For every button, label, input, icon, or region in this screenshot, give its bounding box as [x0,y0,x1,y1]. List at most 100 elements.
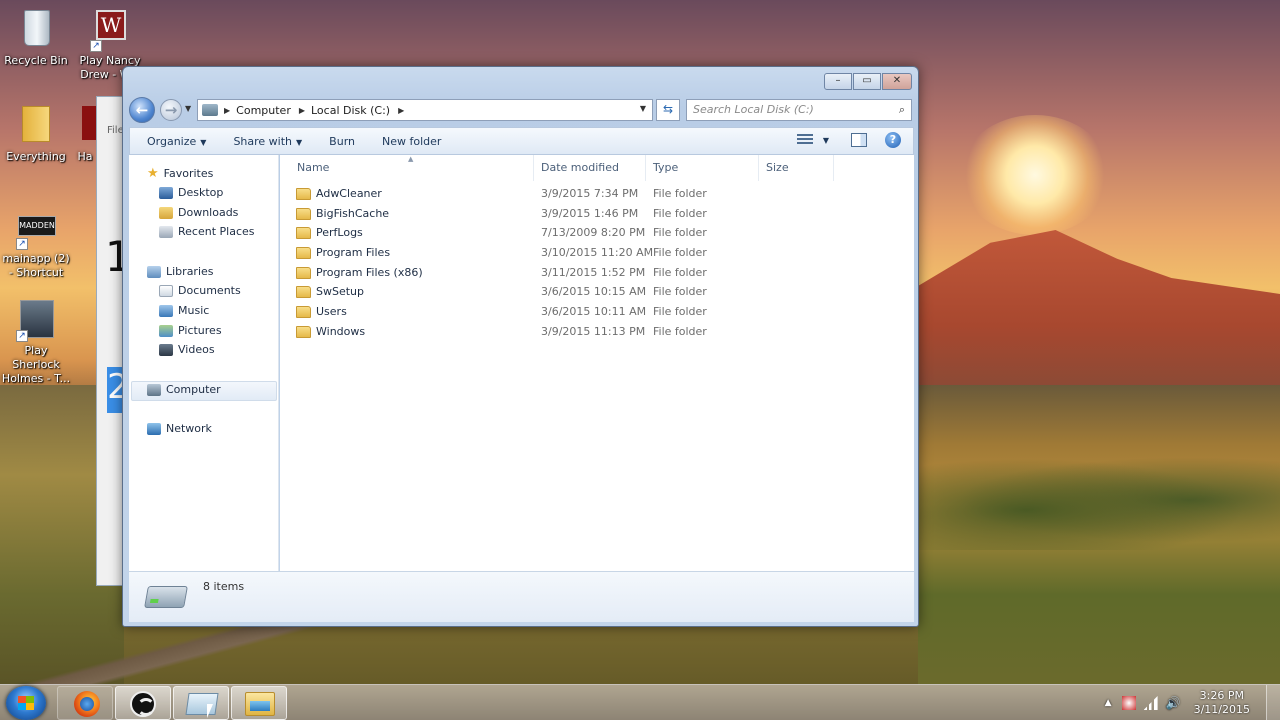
navigation-bar: ← → ▼ ▶ Computer ▶ Local Disk (C:) ▶ ▼ ⇆… [129,97,914,123]
nav-item-desktop[interactable]: Desktop [159,186,223,199]
view-options-chevron-icon[interactable]: ▼ [823,136,829,145]
nav-item-favorites[interactable]: ★ Favorites [147,166,213,181]
nav-label: Recent Places [178,225,255,238]
breadcrumb-arrow-icon[interactable]: ▶ [398,106,404,115]
table-row[interactable]: AdwCleaner 3/9/2015 7:34 PM File folder [296,186,916,205]
taskbar: ▲ 🔊 3:26 PM 3/11/2015 [0,684,1280,720]
file-date: 3/9/2015 1:46 PM [541,207,639,220]
taskbar-explorer[interactable] [231,686,287,720]
nav-item-downloads[interactable]: Downloads [159,206,238,219]
file-type: File folder [653,325,707,338]
organize-label: Organize [147,134,197,148]
nav-item-recent-places[interactable]: Recent Places [159,225,255,238]
breadcrumb-local-disk[interactable]: Local Disk (C:) [311,104,390,117]
maximize-button[interactable]: ▭ [853,73,881,90]
column-divider[interactable] [833,155,834,181]
help-icon[interactable]: ? [885,132,901,148]
show-desktop-button[interactable] [1266,685,1280,720]
close-button[interactable]: ✕ [882,73,912,90]
breadcrumb-computer[interactable]: Computer [236,104,291,117]
show-hidden-icons-icon[interactable]: ▲ [1105,698,1112,708]
column-header-name[interactable]: Name [297,161,329,174]
wallpaper-bushes [918,450,1280,550]
network-signal-icon[interactable] [1143,696,1158,710]
folder-icon [296,326,311,338]
folder-icon [296,188,311,200]
nav-label: Videos [178,343,215,356]
nav-label: Desktop [178,186,224,199]
organize-button[interactable]: Organize ▼ [147,135,206,148]
table-row[interactable]: Users 3/6/2015 10:11 AM File folder [296,304,916,323]
pictures-icon [159,324,173,337]
desktop-icon-recycle-bin[interactable]: Recycle Bin [0,8,72,68]
videos-icon [159,343,173,356]
star-icon: ★ [147,166,159,181]
desktop-icon-mainapp[interactable]: MADDEN ↗ mainapp (2) - Shortcut [0,206,72,280]
preview-pane-icon[interactable] [851,133,867,147]
network-icon [147,422,161,435]
nav-item-videos[interactable]: Videos [159,343,215,356]
column-header-size[interactable]: Size [766,161,789,174]
file-date: 3/11/2015 1:52 PM [541,266,646,279]
column-header-type[interactable]: Type [653,161,678,174]
search-input[interactable]: Search Local Disk (C:) ⌕ [686,99,912,121]
nav-label: Computer [166,383,221,396]
back-button[interactable]: ← [129,97,155,123]
folder-icon [296,286,311,298]
file-date: 3/6/2015 10:15 AM [541,285,647,298]
desktop-icon-label: Everything [6,150,66,163]
clock[interactable]: 3:26 PM 3/11/2015 [1194,689,1250,717]
explorer-window[interactable]: – ▭ ✕ ← → ▼ ▶ Computer ▶ Local Disk (C:)… [122,66,919,627]
taskbar-obs[interactable] [115,686,171,720]
column-divider[interactable] [533,155,534,181]
table-row[interactable]: SwSetup 3/6/2015 10:15 AM File folder [296,284,916,303]
table-row[interactable]: Program Files (x86) 3/11/2015 1:52 PM Fi… [296,265,916,284]
share-with-button[interactable]: Share with ▼ [233,135,302,148]
burn-button[interactable]: Burn [329,135,355,148]
change-view-icon[interactable] [796,134,813,146]
start-button[interactable] [6,686,46,720]
table-row[interactable]: PerfLogs 7/13/2009 8:20 PM File folder [296,225,916,244]
new-folder-button[interactable]: New folder [382,135,441,148]
volume-icon[interactable]: 🔊 [1166,696,1181,710]
breadcrumb-arrow-icon[interactable]: ▶ [224,106,230,115]
taskbar-firefox[interactable] [57,686,113,720]
minimize-button[interactable]: – [824,73,852,90]
nav-item-music[interactable]: Music [159,304,209,317]
table-row[interactable]: BigFishCache 3/9/2015 1:46 PM File folde… [296,206,916,225]
nav-item-computer[interactable]: Computer [147,383,221,396]
file-name: Windows [316,325,366,338]
recent-pages-dropdown[interactable]: ▼ [185,104,191,113]
search-icon[interactable]: ⌕ [899,103,905,117]
address-dropdown-icon[interactable]: ▼ [640,104,646,113]
table-row[interactable]: Program Files 3/10/2015 11:20 AM File fo… [296,245,916,264]
column-header-date-modified[interactable]: Date modified [541,161,619,174]
address-bar[interactable]: ▶ Computer ▶ Local Disk (C:) ▶ ▼ [197,99,653,121]
column-divider[interactable] [645,155,646,181]
details-pane: 8 items [129,571,914,622]
file-name: Users [316,305,347,318]
nav-label: Libraries [166,265,214,278]
taskbar-window-preview[interactable] [173,686,229,720]
obs-icon [130,691,156,717]
music-icon [159,304,173,317]
breadcrumb-arrow-icon[interactable]: ▶ [299,106,305,115]
file-type: File folder [653,187,707,200]
file-date: 3/10/2015 11:20 AM [541,246,654,259]
nav-item-pictures[interactable]: Pictures [159,324,222,337]
table-row[interactable]: Windows 3/9/2015 11:13 PM File folder [296,324,916,343]
nav-item-network[interactable]: Network [147,422,212,435]
action-center-icon[interactable] [1121,696,1136,710]
desktop-icon-sherlock[interactable]: ↗ Play Sherlock Holmes - T... [0,298,72,386]
recycle-bin-icon [16,8,56,52]
nav-item-libraries[interactable]: Libraries [147,265,214,278]
column-divider[interactable] [758,155,759,181]
nav-item-documents[interactable]: Documents [159,284,241,297]
desktop-icon-label: Ha [77,150,93,163]
forward-button[interactable]: → [160,99,182,121]
desktop-icon-everything[interactable]: Everything [0,104,72,164]
refresh-button[interactable]: ⇆ [656,99,680,121]
hard-drive-icon [144,586,188,608]
madden-icon: MADDEN ↗ [16,206,56,250]
share-with-label: Share with [233,134,293,148]
